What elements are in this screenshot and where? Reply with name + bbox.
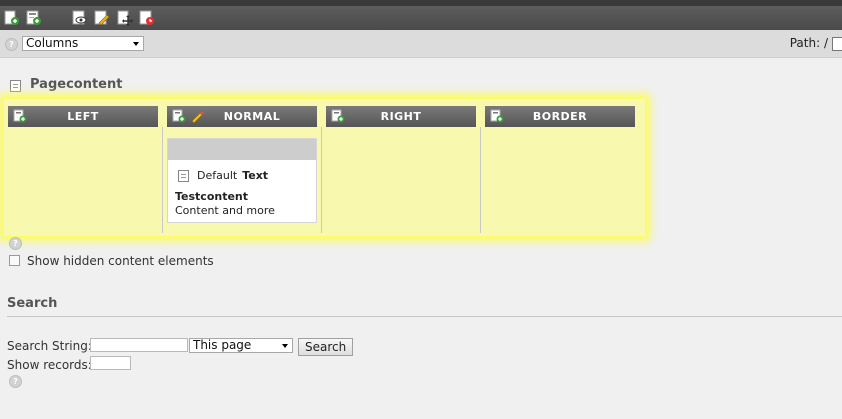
new-page-icon[interactable]: [4, 10, 20, 26]
chevron-down-icon: [282, 344, 288, 348]
new-content-icon[interactable]: [172, 109, 186, 123]
content-element-body: Content and more: [175, 204, 275, 217]
new-content-icon[interactable]: [331, 109, 345, 123]
new-content-icon[interactable]: [26, 10, 42, 26]
column-right: RIGHT: [326, 106, 476, 127]
search-scope-value: This page: [193, 338, 252, 352]
help-icon[interactable]: ?: [5, 38, 18, 51]
pagecontent-title: Pagecontent: [30, 77, 123, 92]
column-label: BORDER: [532, 110, 588, 123]
path-page-icon: [832, 37, 842, 51]
column-divider: [321, 127, 322, 233]
element-type-name: Text: [242, 169, 269, 182]
path-label: Path: /: [789, 36, 828, 50]
column-divider: [162, 127, 163, 233]
search-scope-select[interactable]: This page: [189, 338, 293, 353]
column-normal: NORMAL: [167, 106, 317, 127]
search-string-label: Search String:: [7, 339, 92, 353]
search-button[interactable]: Search: [298, 338, 354, 356]
page-history-icon[interactable]: [139, 10, 155, 26]
show-records-label: Show records:: [7, 358, 92, 372]
chevron-down-icon: [133, 42, 139, 46]
column-divider: [480, 127, 481, 233]
column-header-border: BORDER: [485, 106, 635, 127]
show-hidden-label: Show hidden content elements: [27, 254, 214, 268]
column-left: LEFT: [8, 106, 158, 127]
column-header-normal: NORMAL: [167, 106, 317, 127]
text-element-icon: [178, 170, 189, 182]
content-element-header[interactable]: [168, 139, 316, 160]
content-element-card[interactable]: Default Text Testcontent Content and more: [167, 138, 317, 223]
move-page-icon[interactable]: [117, 10, 133, 26]
column-label: LEFT: [67, 110, 99, 123]
view-page-icon[interactable]: [72, 10, 88, 26]
search-divider: [7, 316, 842, 317]
column-label: NORMAL: [223, 110, 281, 123]
new-content-icon[interactable]: [13, 109, 27, 123]
view-mode-select[interactable]: Columns: [22, 36, 144, 51]
pagecontent-icon: [10, 80, 21, 92]
pencil-icon[interactable]: [190, 109, 204, 124]
column-border: BORDER: [485, 106, 635, 127]
new-content-icon[interactable]: [490, 109, 504, 123]
edit-page-icon[interactable]: [94, 10, 110, 26]
content-element-title: Testcontent: [175, 190, 249, 203]
option-bar: ? Columns: [0, 30, 842, 58]
show-records-input[interactable]: [90, 356, 131, 370]
element-layout: Default: [197, 169, 238, 182]
show-hidden-checkbox[interactable]: [9, 255, 20, 266]
column-label: RIGHT: [380, 110, 422, 123]
column-header-right: RIGHT: [326, 106, 476, 127]
search-title: Search: [7, 296, 58, 311]
search-string-input[interactable]: [90, 338, 188, 352]
help-icon[interactable]: ?: [9, 237, 22, 250]
toolbar: [0, 6, 842, 30]
column-header-left: LEFT: [8, 106, 158, 127]
view-mode-value: Columns: [26, 36, 79, 50]
help-icon[interactable]: ?: [9, 375, 22, 388]
content-element-type: Default Text: [197, 169, 268, 182]
